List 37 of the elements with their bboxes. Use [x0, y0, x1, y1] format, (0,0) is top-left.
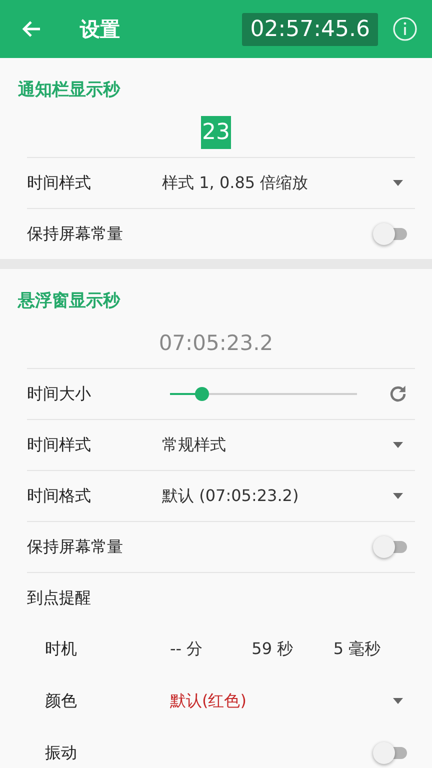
- time-preview: 07:05:23.2: [158, 331, 274, 355]
- clock-display: 02:57:45.6: [242, 12, 378, 46]
- setting-label: 时间格式: [27, 486, 92, 506]
- setting-label: 保持屏幕常量: [27, 224, 124, 244]
- slider-thumb[interactable]: [194, 387, 209, 401]
- dropdown-row[interactable]: 时间样式 样式 1, 0.85 倍缩放: [27, 157, 415, 208]
- caret-icon: [392, 492, 404, 500]
- caret-icon: [392, 441, 404, 449]
- setting-label: 时间样式: [27, 434, 92, 456]
- screen-title: 设置: [80, 16, 121, 42]
- setting-label: 时机: [45, 638, 78, 660]
- time-value[interactable]: -- 分: [170, 638, 252, 660]
- time-value[interactable]: 5 毫秒: [333, 638, 416, 660]
- dropdown-value: 默认(红色): [170, 690, 248, 712]
- toggle-switch[interactable]: [373, 536, 409, 558]
- toggle-switch[interactable]: [373, 223, 409, 245]
- setting-label: 时间样式: [27, 172, 92, 194]
- section-title: 通知栏显示秒: [17, 79, 122, 102]
- toggle-switch[interactable]: [373, 742, 409, 764]
- size-slider[interactable]: [170, 387, 357, 401]
- section-title: 悬浮窗显示秒: [16, 290, 122, 313]
- caret-icon: [392, 697, 404, 705]
- dropdown-row[interactable]: 时间样式 常规样式: [27, 419, 415, 470]
- caret-icon: [392, 179, 404, 187]
- dropdown-value: 样式 1, 0.85 倍缩放: [162, 172, 310, 194]
- seconds-preview: 23: [201, 116, 231, 148]
- setting-label: 时间大小: [27, 384, 92, 404]
- group-label: 到点提醒: [27, 588, 92, 608]
- setting-label: 颜色: [45, 690, 78, 712]
- dropdown-row[interactable]: 颜色 默认(红色): [27, 675, 415, 727]
- dropdown-value: 常规样式: [162, 434, 227, 456]
- info-icon[interactable]: [392, 16, 418, 42]
- dropdown-row[interactable]: 时间格式 默认 (07:05:23.2): [27, 470, 415, 521]
- setting-label: 振动: [45, 742, 78, 764]
- time-value[interactable]: 59 秒: [252, 638, 334, 660]
- setting-label: 保持屏幕常量: [27, 536, 124, 558]
- dropdown-value: 默认 (07:05:23.2): [162, 486, 300, 506]
